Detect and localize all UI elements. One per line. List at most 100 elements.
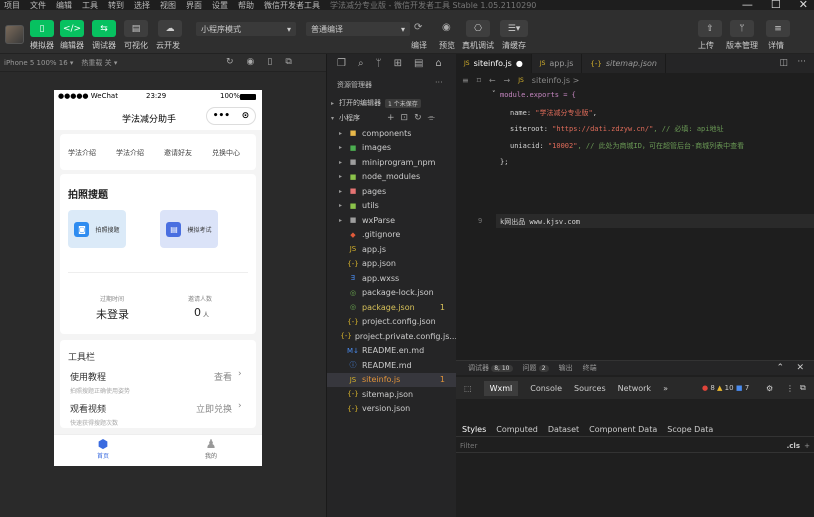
- version-icon-button[interactable]: ᛘ: [730, 20, 754, 37]
- quick-tab[interactable]: 学法介绍: [68, 148, 96, 158]
- tutorial-row[interactable]: 使用教程 拍照搜题正确使用姿势 查看 ›: [60, 368, 256, 398]
- file-item[interactable]: JS siteinfo.js 1: [327, 372, 457, 387]
- window-icon[interactable]: ⧉: [285, 57, 291, 67]
- folder-item[interactable]: ▸ ■ node_modules: [327, 170, 457, 184]
- file-item[interactable]: ◎ package-lock.json: [327, 286, 457, 300]
- outline-icon[interactable]: ▤: [414, 58, 423, 69]
- extensions-icon[interactable]: ⊞: [394, 58, 402, 69]
- file-item[interactable]: {-} version.json: [327, 402, 457, 416]
- menu-item[interactable]: 微信开发者工具: [264, 0, 320, 10]
- debug-icon[interactable]: ⌂: [435, 58, 441, 69]
- avatar[interactable]: [5, 25, 24, 44]
- tab-network[interactable]: Network: [618, 384, 651, 393]
- add-rule-icon[interactable]: +: [804, 442, 810, 450]
- mock-exam-button[interactable]: ▤ 模拟考试: [160, 210, 218, 248]
- breadcrumb-file[interactable]: siteinfo.js >: [532, 76, 580, 85]
- file-item[interactable]: ◆ .gitignore: [327, 228, 457, 242]
- code-line[interactable]: k网出品 www.kjsv.com: [500, 217, 580, 227]
- visual-button[interactable]: ▤: [124, 20, 148, 37]
- hotreload-select[interactable]: 热重载 关 ▾: [81, 58, 117, 68]
- tab-issues[interactable]: 问题 2: [523, 363, 549, 373]
- photo-search-button[interactable]: ◙ 拍照搜题: [68, 210, 126, 248]
- tab-app-js[interactable]: JS app.js: [532, 54, 583, 73]
- file-item[interactable]: M↓ README.en.md: [327, 344, 457, 358]
- realdebug-icon-button[interactable]: ⎔: [466, 20, 490, 37]
- clearcache-button[interactable]: 清缓存: [502, 40, 526, 51]
- quick-tab[interactable]: 邀请好友: [164, 148, 192, 158]
- tab-debugger[interactable]: 调试器 8, 10: [468, 363, 513, 373]
- file-item[interactable]: ◎ package.json 1: [327, 300, 457, 314]
- close-circle-icon[interactable]: ⊙: [242, 111, 250, 121]
- record-icon[interactable]: ◉: [247, 57, 255, 67]
- source-control-icon[interactable]: ᛘ: [376, 58, 382, 69]
- video-row[interactable]: 观看视频 快速获得搜题次数 立即兑换 ›: [60, 400, 256, 430]
- phone-icon[interactable]: ▯: [267, 57, 272, 67]
- tab-sources[interactable]: Sources: [574, 384, 606, 393]
- more-icon[interactable]: ···: [797, 57, 806, 67]
- mode-select[interactable]: 小程序模式 ▾: [196, 22, 296, 36]
- video-action[interactable]: 立即兑换: [196, 402, 232, 415]
- compile-button[interactable]: 编译: [411, 40, 427, 51]
- refresh-icon[interactable]: ↻: [226, 57, 234, 67]
- files-icon[interactable]: ❐: [337, 58, 346, 69]
- preview-button[interactable]: 预览: [439, 40, 455, 51]
- cls-toggle[interactable]: .cls: [787, 442, 800, 450]
- folder-item[interactable]: ▸ ■ components: [327, 126, 457, 140]
- menu-item[interactable]: 编辑: [56, 0, 72, 10]
- details-button[interactable]: 详情: [768, 40, 784, 51]
- folder-item[interactable]: ▸ ■ wxParse: [327, 213, 457, 227]
- dock-icon[interactable]: ⧉: [800, 383, 806, 393]
- tab-me[interactable]: ♟ 我的: [196, 437, 226, 465]
- version-button[interactable]: 版本管理: [726, 40, 758, 51]
- folder-item[interactable]: ▸ ■ miniprogram_npm: [327, 155, 457, 169]
- file-item[interactable]: JS app.js: [327, 242, 457, 256]
- menu-item[interactable]: 转到: [108, 0, 124, 10]
- compile-select[interactable]: 普通编译 ▾: [306, 22, 410, 36]
- tab-siteinfo[interactable]: JS siteinfo.js ●: [456, 54, 532, 73]
- gear-icon[interactable]: ⚙: [766, 384, 773, 393]
- tab-output[interactable]: 输出: [559, 363, 573, 373]
- back-arrow-icon[interactable]: ←: [489, 76, 496, 85]
- tab-scope-data[interactable]: Scope Data: [667, 425, 713, 434]
- menu-item[interactable]: 视图: [160, 0, 176, 10]
- upload-button[interactable]: 上传: [698, 40, 714, 51]
- filter-input[interactable]: Filter .cls +: [456, 439, 814, 453]
- fold-chevron-icon[interactable]: ˅: [492, 90, 496, 98]
- clearcache-icon-button[interactable]: ☰▾: [500, 20, 528, 37]
- close-icon[interactable]: ✕: [796, 363, 804, 373]
- tab-sitemap[interactable]: {-} sitemap.json: [582, 54, 666, 73]
- details-icon-button[interactable]: ≡: [766, 20, 790, 37]
- tab-dataset[interactable]: Dataset: [548, 425, 579, 434]
- folder-item[interactable]: ▸ ■ images: [327, 141, 457, 155]
- open-editors-header[interactable]: ▸ 打开的编辑器 1 个未保存: [327, 96, 457, 110]
- kebab-icon[interactable]: ⋮: [786, 384, 794, 393]
- folder-item[interactable]: ▸ ■ utils: [327, 199, 457, 213]
- tab-more[interactable]: »: [663, 384, 668, 393]
- file-item[interactable]: {-} project.config.json: [327, 315, 457, 329]
- explorer-actions[interactable]: +⊡↻⌯: [387, 113, 441, 123]
- debugger-toggle-button[interactable]: ⇆: [92, 20, 116, 37]
- eye-icon[interactable]: ◉: [442, 22, 451, 33]
- tutorial-action[interactable]: 查看: [214, 370, 232, 383]
- tab-component-data[interactable]: Component Data: [589, 425, 657, 434]
- file-item[interactable]: {-} app.json: [327, 257, 457, 271]
- quick-tab[interactable]: 兑换中心: [212, 148, 240, 158]
- tab-terminal[interactable]: 终端: [583, 363, 597, 373]
- tab-computed[interactable]: Computed: [496, 425, 538, 434]
- menu-item[interactable]: 工具: [82, 0, 98, 10]
- menu-item[interactable]: 文件: [30, 0, 46, 10]
- quick-tab[interactable]: 学法介绍: [116, 148, 144, 158]
- menu-item[interactable]: 界面: [186, 0, 202, 10]
- capsule-menu[interactable]: ••• ⊙: [206, 107, 256, 125]
- editor-toggle-button[interactable]: </>: [60, 20, 84, 37]
- bookmark-icon[interactable]: ⌑: [477, 76, 481, 85]
- tab-home[interactable]: ⬢ 首页: [88, 437, 118, 465]
- refresh-icon[interactable]: ⟳: [414, 22, 422, 33]
- folder-item[interactable]: ▸ ■ pages: [327, 184, 457, 198]
- tab-console[interactable]: Console: [530, 384, 562, 393]
- search-icon[interactable]: ⌕: [358, 58, 364, 69]
- simulator-toggle-button[interactable]: ▯: [30, 20, 54, 37]
- root-folder-header[interactable]: ▾ 小程序 +⊡↻⌯: [327, 111, 457, 125]
- list-icon[interactable]: ≡: [462, 76, 469, 85]
- chevron-up-icon[interactable]: ⌃: [776, 363, 784, 373]
